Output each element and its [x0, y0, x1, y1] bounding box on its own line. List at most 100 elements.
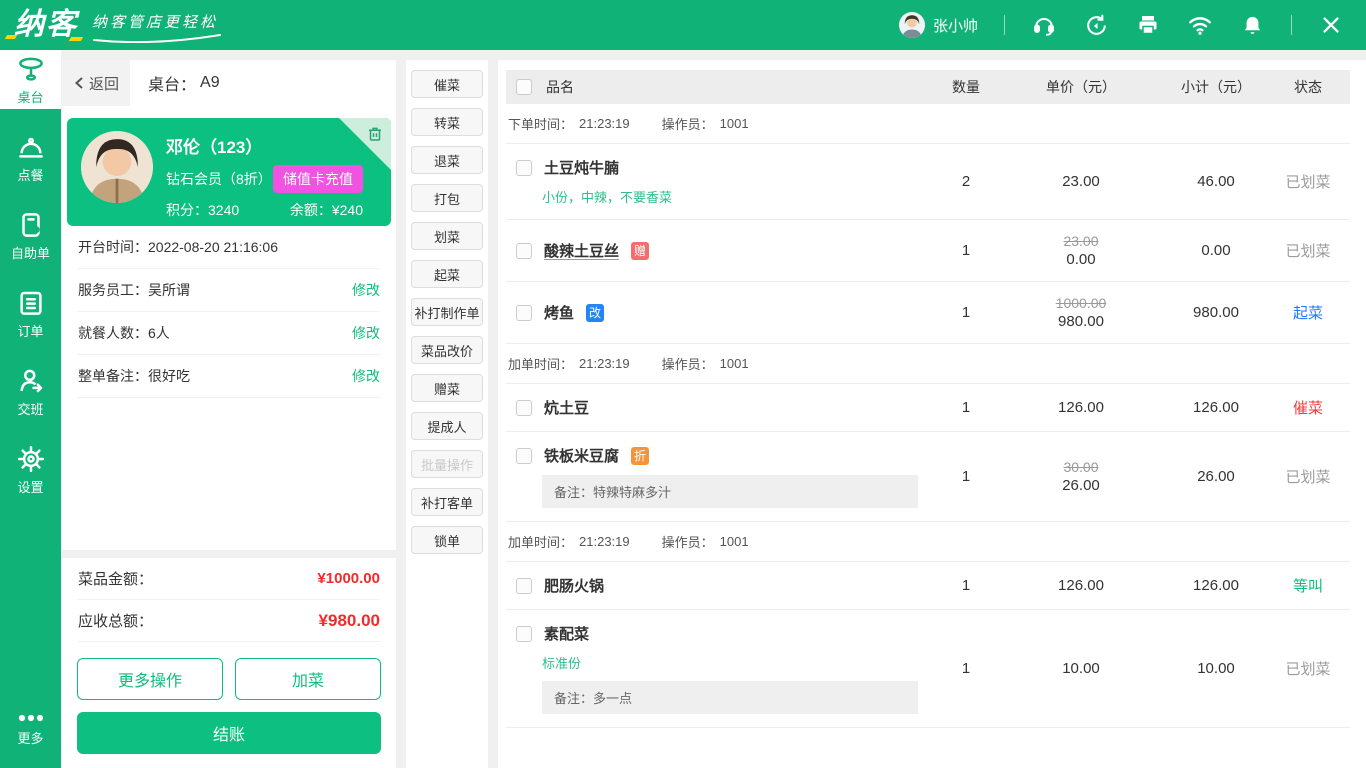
sync-icon[interactable] [1083, 12, 1109, 38]
pack-button[interactable]: 打包 [411, 184, 483, 212]
return-dish-button[interactable]: 退菜 [411, 146, 483, 174]
row-checkbox[interactable] [516, 448, 532, 464]
reprint-guest-ticket-button[interactable]: 补打客单 [411, 488, 483, 516]
dish-name: 酸辣土豆丝 [544, 240, 619, 261]
logo-text: 纳客 [14, 3, 78, 47]
table-icon [16, 54, 46, 84]
member-avatar [81, 131, 153, 203]
logo-tagline-wrap: 纳客管店更轻松 [92, 11, 222, 47]
row-checkbox[interactable] [516, 160, 532, 176]
back-button[interactable]: 返回 [62, 60, 130, 106]
row-checkbox[interactable] [516, 243, 532, 259]
sidebar-item-settings[interactable]: 设置 [0, 440, 61, 499]
cloche-icon [16, 132, 46, 162]
unit-price-cell: 10.00 [996, 660, 1166, 677]
printer-icon[interactable] [1135, 12, 1161, 38]
checkout-button[interactable]: 结账 [77, 712, 381, 754]
status-cell: 已划菜 [1266, 171, 1350, 192]
sidebar-item-more[interactable]: 更多 [0, 699, 61, 758]
sidebar-item-label: 设置 [17, 477, 43, 496]
topbar-divider [1004, 15, 1005, 35]
change-price-button[interactable]: 菜品改价 [411, 336, 483, 364]
sidebar-item-order-food[interactable]: 点餐 [0, 128, 61, 187]
transfer-dish-button[interactable]: 转菜 [411, 108, 483, 136]
dish-name: 肥肠火锅 [544, 575, 604, 596]
lock-order-button[interactable]: 锁单 [411, 526, 483, 554]
sidebar-item-shift[interactable]: 交班 [0, 362, 61, 421]
status-cell: 已划菜 [1266, 240, 1350, 261]
row-checkbox[interactable] [516, 626, 532, 642]
unit-price-cell: 1000.00 980.00 [996, 295, 1166, 330]
start-dish-button[interactable]: 起菜 [411, 260, 483, 288]
sidebar-item-orders[interactable]: 订单 [0, 284, 61, 343]
unit-price-cell: 23.00 0.00 [996, 233, 1166, 268]
old-price: 1000.00 [1056, 295, 1107, 311]
more-actions-button[interactable]: 更多操作 [77, 658, 223, 700]
group-time-label: 加单时间： [508, 532, 573, 551]
old-price: 30.00 [1063, 459, 1098, 475]
logo-tagline: 纳客管店更轻松 [92, 11, 222, 32]
select-all-checkbox[interactable] [516, 79, 532, 95]
wifi-icon[interactable] [1187, 12, 1213, 38]
modify-remark-link[interactable]: 修改 [352, 366, 380, 386]
unit-price-cell: 23.00 [996, 173, 1166, 190]
guest-count-row: 就餐人数： 6人 修改 [78, 312, 380, 355]
close-icon[interactable] [1318, 12, 1344, 38]
sidebar-item-self-order[interactable]: 自助单 [0, 206, 61, 265]
chevron-left-icon [73, 76, 85, 90]
tagline-underline-curve [92, 33, 222, 43]
order-row: 酸辣土豆丝 赠 1 23.00 0.00 0.00 已划菜 [506, 220, 1350, 282]
gift-dish-button[interactable]: 赠菜 [411, 374, 483, 402]
modify-guest-count-link[interactable]: 修改 [352, 323, 380, 343]
table-title: 桌台： A9 [130, 60, 220, 106]
group-time-label: 加单时间： [508, 354, 573, 373]
order-row: 素配菜 标准份 备注：多一点 1 10.00 10.00 已划菜 [506, 610, 1350, 728]
row-checkbox[interactable] [516, 305, 532, 321]
bell-icon[interactable] [1239, 12, 1265, 38]
dish-name: 素配菜 [544, 623, 589, 644]
order-table-header: 品名 数量 单价（元） 小计（元） 状态 [506, 70, 1350, 104]
headset-icon[interactable] [1031, 12, 1057, 38]
order-row: 肥肠火锅 1 126.00 126.00 等叫 [506, 562, 1350, 610]
member-card: 邓伦（123） 钻石会员（8折） 储值卡充值 积分：3240 余额：¥240 [67, 118, 391, 226]
reprint-kitchen-ticket-button[interactable]: 补打制作单 [411, 298, 483, 326]
dish-name: 土豆炖牛腩 [544, 157, 619, 178]
order-remark-value: 很好吃 [148, 366, 190, 386]
qty-cell: 1 [936, 399, 996, 416]
col-name: 品名 [546, 77, 574, 97]
row-checkbox[interactable] [516, 578, 532, 594]
user-name: 张小帅 [933, 15, 978, 36]
col-status: 状态 [1266, 77, 1350, 97]
group-time: 21:23:19 [579, 534, 630, 549]
unit-price-cell: 126.00 [996, 577, 1166, 594]
sidebar-item-label: 更多 [17, 728, 43, 747]
trash-icon[interactable] [366, 125, 384, 143]
add-dish-button[interactable]: 加菜 [235, 658, 381, 700]
topbar-divider [1291, 15, 1292, 35]
topbar: 纳客 纳客管店更轻松 张小帅 [0, 0, 1366, 50]
user-menu[interactable]: 张小帅 [899, 12, 978, 38]
current-price: 0.00 [1066, 251, 1095, 268]
order-row: 土豆炖牛腩 小份，中辣，不要香菜 2 23.00 46.00 已划菜 [506, 144, 1350, 220]
row-checkbox[interactable] [516, 400, 532, 416]
subtotal-cell: 26.00 [1166, 468, 1266, 485]
order-table-panel: 品名 数量 单价（元） 小计（元） 状态 下单时间：21:23:19 操作员：1… [498, 60, 1366, 768]
table-detail-header: 返回 桌台： A9 [62, 60, 396, 106]
col-subtotal: 小计（元） [1166, 77, 1266, 97]
dish-amount-label: 菜品金额： [78, 568, 153, 589]
order-row: 烤鱼 改 1 1000.00 980.00 980.00 起菜 [506, 282, 1350, 344]
group-operator-label: 操作员： [662, 114, 714, 133]
member-balance: 余额：¥240 [290, 200, 363, 220]
mark-served-button[interactable]: 划菜 [411, 222, 483, 250]
more-dots-icon [16, 711, 46, 725]
qty-cell: 2 [936, 173, 996, 190]
guest-count-label: 就餐人数： [78, 323, 148, 343]
qty-cell: 1 [936, 242, 996, 259]
urge-dish-button[interactable]: 催菜 [411, 70, 483, 98]
receivable-label: 应收总额： [78, 610, 153, 631]
modify-waiter-link[interactable]: 修改 [352, 280, 380, 300]
dish-actions-panel: 催菜 转菜 退菜 打包 划菜 起菜 补打制作单 菜品改价 赠菜 提成人 批量操作… [406, 60, 488, 768]
status-cell: 等叫 [1266, 575, 1350, 596]
sidebar-item-tables[interactable]: 桌台 [0, 50, 61, 109]
commission-person-button[interactable]: 提成人 [411, 412, 483, 440]
